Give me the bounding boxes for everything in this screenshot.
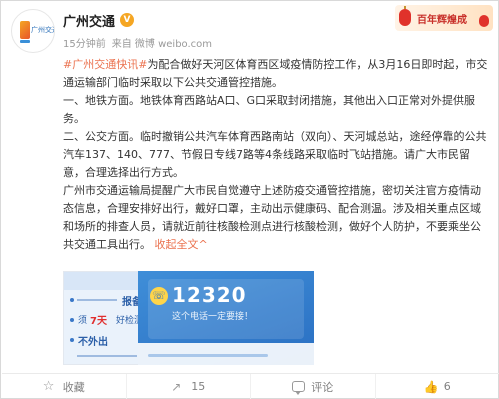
account-name-row: 广州交通 V <box>63 10 135 30</box>
post-meta: 15分钟前 来自 微博 weibo.com <box>63 35 212 50</box>
bullet-icon <box>70 318 74 322</box>
favorite-button[interactable]: ☆ 收藏 <box>2 374 127 399</box>
post-paragraph-1: #广州交通快讯#为配合做好天河区体育西区域疫情防控工作，从3月16日即时起，市交… <box>63 56 488 92</box>
post-paragraph-4-text: 广州市交通运输局提醒广大市民自觉遵守上述防疫交通管控措施，密切关注官方疫情动态信… <box>63 184 481 251</box>
share-count: 15 <box>191 380 206 393</box>
like-button[interactable]: 👍 6 <box>376 374 499 399</box>
no-out-text: 不外出 <box>78 337 108 348</box>
festival-banner: 百年辉煌成 <box>395 5 493 31</box>
text-line <box>148 354 268 357</box>
post-paragraph-4: 广州市交通运输局提醒广大市民自觉遵守上述防疫交通管控措施，密切关注官方疫情动态信… <box>63 182 488 254</box>
star-icon: ☆ <box>42 378 55 394</box>
comment-label: 评论 <box>311 380 334 394</box>
logo-mark-icon <box>20 21 30 39</box>
lantern-icon <box>479 15 489 27</box>
bullet-icon <box>70 338 74 342</box>
collapse-full-text-link[interactable]: 收起全文^ <box>155 238 208 251</box>
favorite-label: 收藏 <box>62 380 85 394</box>
comment-button[interactable]: 评论 <box>251 374 376 399</box>
text-line <box>77 355 137 357</box>
share-icon: ↗ <box>171 379 182 394</box>
hotline-subtitle: 这个电话一定要接！ <box>172 312 254 322</box>
verified-badge-icon: V <box>120 13 135 27</box>
hotline-number: 12320 <box>172 283 247 307</box>
avatar[interactable]: 广州交通 <box>11 9 55 53</box>
post-image-hotline[interactable]: ☏ 12320 这个电话一定要接！ <box>138 271 314 365</box>
weibo-post-card: 广州交通 广州交通 V 15分钟前 来自 微博 weibo.com 百年辉煌成 … <box>0 0 499 399</box>
action-bar: ☆ 收藏 ↗ 15 评论 👍 6 <box>2 373 499 399</box>
post-content: #广州交通快讯#为配合做好天河区体育西区域疫情防控工作，从3月16日即时起，市交… <box>63 56 488 254</box>
like-count: 6 <box>443 380 451 393</box>
post-paragraph-2: 一、地铁方面。地铁体育西路站A口、G口采取封闭措施，其他出入口正常对外提供服务。 <box>63 94 476 125</box>
phone-icon: ☏ <box>150 287 168 305</box>
lantern-icon <box>399 6 411 26</box>
days-prefix: 须 <box>78 316 88 326</box>
comment-icon <box>292 381 306 395</box>
logo-underline-icon <box>20 40 30 43</box>
post-paragraph-3: 二、公交方面。临时撤销公共汽车体育西路南站（双向）、天河城总站，途经停靠的公共汽… <box>63 130 487 179</box>
collapse-label: 收起全文 <box>154 238 199 251</box>
chevron-up-icon: ^ <box>198 238 208 251</box>
post-source[interactable]: 来自 微博 weibo.com <box>112 35 212 50</box>
account-name[interactable]: 广州交通 <box>63 11 115 30</box>
avatar-logo-text: 广州交通 <box>31 26 54 34</box>
bullet-icon <box>70 298 74 302</box>
thumbs-up-icon: 👍 <box>423 379 439 394</box>
share-button[interactable]: ↗ 15 <box>127 374 251 399</box>
post-time[interactable]: 15分钟前 <box>63 35 106 50</box>
days-value: 7天 <box>90 316 107 327</box>
text-line <box>77 299 117 301</box>
banner-text: 百年辉煌成 <box>417 15 467 26</box>
hashtag-link[interactable]: #广州交通快讯# <box>63 58 147 71</box>
